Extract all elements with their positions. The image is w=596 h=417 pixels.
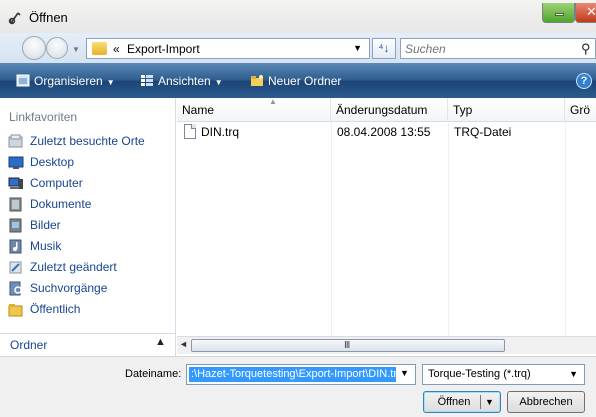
history-dropdown-icon[interactable]: ▼	[72, 45, 80, 54]
cancel-button[interactable]: Abbrechen	[507, 391, 585, 413]
searches-icon	[9, 281, 22, 296]
public-folder-icon	[8, 304, 23, 317]
breadcrumb-segment[interactable]: Export-Import	[127, 42, 200, 56]
folder-icon	[92, 42, 107, 55]
views-label: Ansichten	[158, 74, 211, 88]
search-input[interactable]	[405, 41, 575, 56]
filename-field[interactable]: :\Hazet-Torquetesting\Export-Import\DIN.…	[186, 364, 416, 385]
forward-button[interactable]	[46, 37, 68, 59]
open-options-dropdown-icon[interactable]: ▼	[485, 392, 494, 412]
favorite-label: Suchvorgänge	[30, 281, 108, 295]
favorites-pane: Linkfavoriten Zuletzt besuchte Orte Desk…	[0, 98, 176, 333]
file-type: TRQ-Datei	[454, 125, 512, 139]
column-header-size[interactable]: Grö	[565, 98, 596, 122]
address-row: ▼ « Export-Import ▼ ⁴↓ ⚲	[0, 33, 596, 63]
filetype-select[interactable]: Torque-Testing (*.trq) ▼	[422, 364, 585, 385]
organize-icon	[16, 74, 30, 87]
file-icon	[184, 124, 196, 139]
column-header-label: Änderungsdatum	[336, 103, 428, 117]
close-icon: ✕	[586, 5, 596, 20]
folders-toggle[interactable]: Ordner ▲	[0, 333, 176, 356]
views-button[interactable]: Ansichten ▼	[140, 74, 223, 88]
new-folder-label: Neuer Ordner	[268, 74, 342, 88]
scroll-left-icon[interactable]: ◄	[179, 339, 188, 349]
split-divider	[480, 395, 481, 409]
favorite-label: Bilder	[30, 218, 61, 232]
favorite-label: Dokumente	[30, 197, 92, 211]
organize-button[interactable]: Organisieren ▼	[16, 74, 115, 88]
open-file-icon	[8, 12, 21, 25]
filename-dropdown-icon[interactable]: ▼	[400, 368, 409, 378]
column-header-date[interactable]: Änderungsdatum	[331, 98, 448, 122]
new-folder-icon	[251, 75, 263, 86]
favorite-label: Musik	[30, 239, 62, 253]
desktop-icon	[8, 156, 24, 169]
chevron-down-icon: ▼	[214, 78, 223, 87]
favorite-label: Zuletzt besuchte Orte	[30, 134, 145, 148]
minimize-icon	[555, 13, 564, 16]
documents-icon	[9, 197, 22, 212]
filetype-value: Torque-Testing (*.trq)	[428, 368, 531, 380]
file-name: DIN.trq	[201, 125, 240, 139]
close-button[interactable]: ✕	[575, 3, 596, 23]
music-icon	[9, 239, 22, 254]
title-bar: Öffnen ✕	[0, 0, 596, 33]
column-divider	[331, 122, 332, 336]
back-button[interactable]	[22, 36, 46, 60]
open-button[interactable]: Öffnen ▼	[423, 391, 501, 413]
address-bar[interactable]: « Export-Import ▼	[86, 38, 370, 59]
window-title: Öffnen	[29, 10, 68, 25]
column-divider	[565, 122, 566, 336]
horizontal-scrollbar[interactable]: ◄ III	[177, 336, 596, 354]
file-row[interactable]: DIN.trq 08.04.2008 13:55 TRQ-Datei	[177, 123, 596, 141]
chevron-down-icon: ▼	[106, 78, 115, 87]
new-folder-button[interactable]: Neuer Ordner	[250, 74, 341, 88]
favorites-heading: Linkfavoriten	[9, 110, 78, 124]
scrollbar-grip: III	[344, 340, 350, 351]
search-icon[interactable]: ⚲	[581, 41, 591, 57]
column-header-label: Typ	[453, 103, 473, 117]
chevron-down-icon: ▼	[569, 369, 578, 379]
file-date: 08.04.2008 13:55	[337, 125, 431, 139]
recent-places-icon	[8, 134, 23, 148]
cancel-button-label: Abbrechen	[519, 396, 573, 408]
pictures-icon	[9, 218, 22, 233]
column-header-label: Grö	[570, 103, 591, 117]
breadcrumb-overflow[interactable]: «	[113, 42, 120, 56]
refresh-icon: ⁴↓	[378, 41, 390, 55]
file-list: Name ▲ Änderungsdatum Typ Grö DIN.trq 08…	[177, 97, 596, 336]
column-header-name[interactable]: Name ▲	[177, 97, 331, 122]
open-button-label: Öffnen	[437, 396, 471, 408]
filename-value[interactable]: :\Hazet-Torquetesting\Export-Import\DIN.…	[189, 367, 396, 382]
organize-label: Organisieren	[34, 74, 103, 88]
address-dropdown-icon[interactable]: ▼	[353, 43, 362, 53]
chevron-up-icon: ▲	[155, 336, 166, 348]
column-headers: Name ▲ Änderungsdatum Typ Grö	[177, 97, 596, 122]
favorite-label: Desktop	[30, 155, 75, 169]
computer-icon	[8, 177, 23, 189]
minimize-button[interactable]	[542, 3, 575, 23]
search-box: ⚲	[400, 38, 596, 59]
help-icon[interactable]: ?	[576, 73, 592, 89]
filename-label: Dateiname:	[125, 368, 182, 380]
favorite-label: Öffentlich	[30, 302, 81, 316]
dialog-footer: Dateiname: :\Hazet-Torquetesting\Export-…	[0, 356, 596, 417]
command-toolbar: Organisieren ▼ Ansichten ▼ Neuer Ordner ?	[0, 63, 596, 98]
sort-ascending-icon: ▲	[269, 97, 277, 106]
favorite-label: Computer	[30, 176, 83, 190]
column-header-label: Name	[182, 103, 215, 117]
views-icon	[141, 75, 153, 86]
refresh-button[interactable]: ⁴↓	[372, 38, 396, 59]
folders-label: Ordner	[10, 338, 48, 352]
favorite-label: Zuletzt geändert	[30, 260, 117, 274]
column-header-type[interactable]: Typ	[448, 98, 565, 122]
column-divider	[448, 122, 449, 336]
recently-changed-icon	[9, 261, 22, 274]
scrollbar-thumb[interactable]: III	[191, 339, 505, 352]
